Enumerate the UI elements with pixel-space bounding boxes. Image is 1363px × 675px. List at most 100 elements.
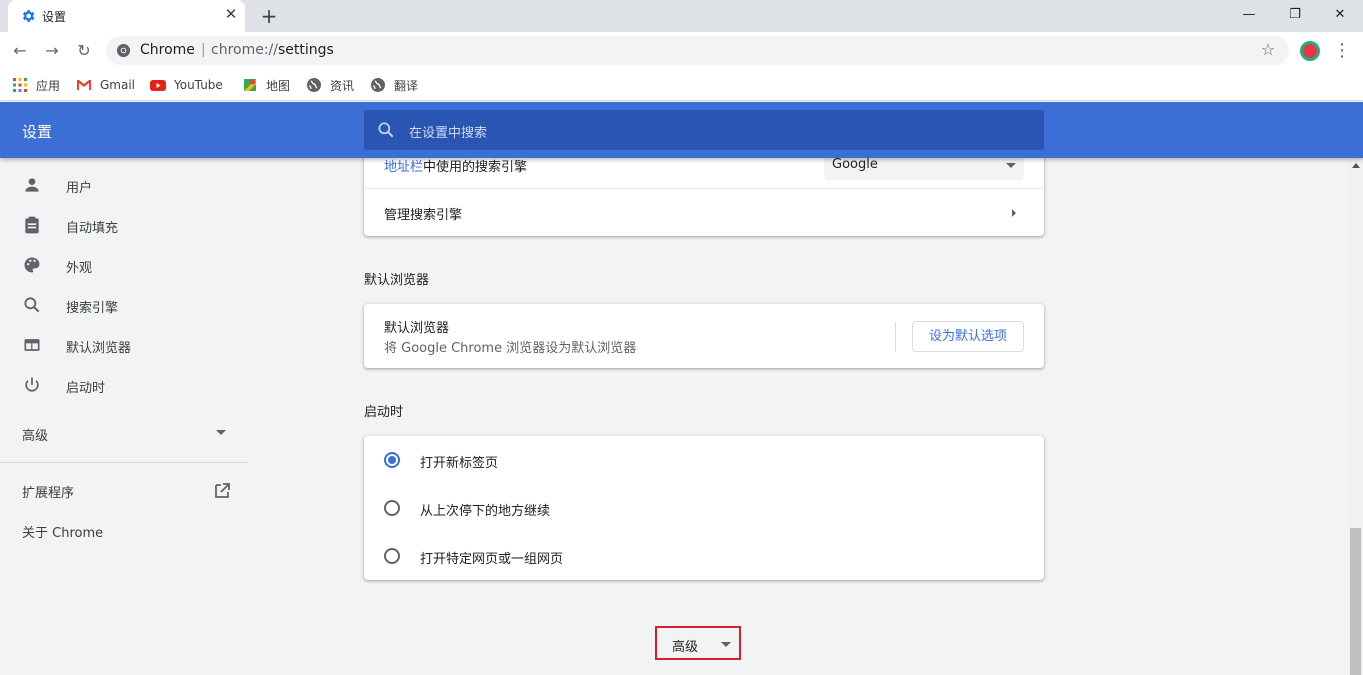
site-chip: Chrome <box>140 42 195 58</box>
bookmark-label: Gmail <box>100 78 136 92</box>
chevron-down-icon <box>1006 163 1016 168</box>
window-close-button[interactable]: ✕ <box>1317 0 1363 30</box>
on-startup-heading: 启动时 <box>364 405 404 420</box>
tab-close-icon[interactable]: ✕ <box>223 6 239 22</box>
sidebar-item-appearance[interactable]: 外观 <box>0 245 248 285</box>
scrollbar[interactable] <box>1348 158 1363 675</box>
restore-button[interactable]: ❐ <box>1272 0 1318 30</box>
vertical-separator <box>895 322 896 352</box>
on-startup-card: 打开新标签页 从上次停下的地方继续 打开特定网页或一组网页 <box>364 436 1044 580</box>
scrollbar-thumb[interactable] <box>1350 528 1361 675</box>
title-bar: 设置 ✕ + — ❐ ✕ <box>0 0 1363 32</box>
sidebar-item-people[interactable]: 用户 <box>0 165 248 205</box>
sidebar-item-label: 搜索引擎 <box>66 301 119 316</box>
chevron-down-icon <box>721 642 731 647</box>
settings-sidebar: 用户 自动填充 外观 搜索引擎 默认浏览器 启动时 高级 扩展程序 关于 Chr… <box>0 158 248 675</box>
scroll-up-arrow-icon[interactable] <box>1352 163 1360 168</box>
person-icon <box>25 178 39 192</box>
bookmark-apps[interactable]: 应用 <box>12 76 60 94</box>
profile-avatar[interactable] <box>1300 41 1320 61</box>
sidebar-advanced-toggle[interactable]: 高级 <box>0 413 248 453</box>
bookmark-news[interactable]: 资讯 <box>306 76 354 94</box>
startup-option-new-tab[interactable]: 打开新标签页 <box>364 436 1044 484</box>
chevron-down-icon <box>216 430 226 435</box>
sidebar-item-label: 自动填充 <box>66 221 119 236</box>
sidebar-item-label: 默认浏览器 <box>66 341 132 356</box>
clipboard-icon <box>25 216 39 234</box>
back-button[interactable]: ← <box>8 39 32 63</box>
sidebar-item-on-startup[interactable]: 启动时 <box>0 365 248 405</box>
sidebar-item-label: 外观 <box>66 261 93 276</box>
search-icon <box>24 297 40 313</box>
search-placeholder: 在设置中搜索 <box>409 126 488 141</box>
chip-separator: | <box>201 42 206 58</box>
default-browser-card: 默认浏览器 将 Google Chrome 浏览器设为默认浏览器 设为默认选项 <box>364 304 1044 368</box>
bookmark-label: YouTube <box>174 78 223 92</box>
sidebar-item-label: 用户 <box>66 181 93 196</box>
chevron-right-icon <box>1012 209 1016 217</box>
youtube-icon <box>150 80 166 91</box>
default-browser-heading: 默认浏览器 <box>364 273 430 288</box>
apps-grid-icon <box>13 78 27 92</box>
sidebar-item-search-engine[interactable]: 搜索引擎 <box>0 285 248 325</box>
make-default-button[interactable]: 设为默认选项 <box>912 321 1024 352</box>
menu-icon[interactable]: ⋮ <box>1332 39 1352 63</box>
globe-icon <box>371 78 385 92</box>
sidebar-advanced-label: 高级 <box>22 429 49 444</box>
gear-icon <box>22 10 35 22</box>
bookmark-label: 资讯 <box>330 78 355 93</box>
search-engine-row-text: 地址栏中使用的搜索引擎 <box>384 160 528 175</box>
globe-icon <box>307 78 321 92</box>
url-text: chrome://settings <box>211 42 334 58</box>
radio-button-checked[interactable] <box>384 452 400 468</box>
browser-window-icon <box>24 339 40 351</box>
bookmark-label: 翻译 <box>394 78 419 93</box>
sidebar-item-default-browser[interactable]: 默认浏览器 <box>0 325 248 365</box>
reload-button[interactable]: ↻ <box>72 39 96 63</box>
settings-header: 设置 在设置中搜索 <box>0 102 1363 158</box>
advanced-toggle-button[interactable]: 高级 <box>655 626 741 660</box>
bookmarks-bar: 应用 Gmail YouTube 地图 资讯 翻译 <box>0 69 1363 101</box>
sidebar-item-autofill[interactable]: 自动填充 <box>0 205 248 245</box>
open-in-new-icon[interactable] <box>213 482 231 500</box>
manage-search-engines-row[interactable]: 管理搜索引擎 <box>364 188 1044 236</box>
search-icon <box>378 122 394 138</box>
radio-button[interactable] <box>384 500 400 516</box>
advanced-label: 高级 <box>672 640 699 655</box>
bookmark-translate[interactable]: 翻译 <box>370 76 418 94</box>
startup-option-label: 打开特定网页或一组网页 <box>420 552 564 567</box>
bookmark-gmail[interactable]: Gmail <box>76 76 135 94</box>
radio-button[interactable] <box>384 548 400 564</box>
sidebar-item-about[interactable]: 关于 Chrome <box>22 522 103 541</box>
startup-option-label: 打开新标签页 <box>420 456 499 471</box>
search-engine-selected: Google <box>832 157 878 172</box>
settings-main: 地址栏中使用的搜索引擎 Google 管理搜索引擎 默认浏览器 默认浏览器 将 … <box>364 128 1044 675</box>
bookmark-star-icon[interactable]: ☆ <box>1258 40 1278 60</box>
page-title: 设置 <box>22 123 53 141</box>
address-bar[interactable]: Chrome | chrome://settings ☆ <box>106 36 1289 65</box>
forward-button[interactable]: → <box>40 39 64 63</box>
bookmark-label: 应用 <box>36 78 61 93</box>
default-browser-title: 默认浏览器 <box>384 321 450 336</box>
maps-icon <box>244 79 256 91</box>
sidebar-item-label: 启动时 <box>66 381 106 396</box>
bookmark-maps[interactable]: 地图 <box>242 76 290 94</box>
startup-option-specific-pages[interactable]: 打开特定网页或一组网页 <box>364 532 1044 580</box>
palette-icon <box>24 257 40 273</box>
bookmark-label: 地图 <box>266 78 291 93</box>
startup-option-continue[interactable]: 从上次停下的地方继续 <box>364 484 1044 532</box>
sidebar-divider <box>0 462 248 463</box>
settings-search-input[interactable]: 在设置中搜索 <box>364 110 1044 150</box>
browser-toolbar: ← → ↻ Chrome | chrome://settings ☆ ⋮ <box>0 32 1363 69</box>
power-icon <box>25 377 39 392</box>
address-bar-link[interactable]: 地址栏 <box>384 160 423 175</box>
tab-title: 设置 <box>42 10 67 24</box>
manage-search-engines-label: 管理搜索引擎 <box>384 208 463 223</box>
tab-settings[interactable]: 设置 ✕ <box>8 0 245 32</box>
startup-option-label: 从上次停下的地方继续 <box>420 504 551 519</box>
search-engine-row: 地址栏中使用的搜索引擎 Google <box>364 150 1044 188</box>
new-tab-button[interactable]: + <box>258 5 280 27</box>
sidebar-item-extensions[interactable]: 扩展程序 <box>22 482 74 501</box>
minimize-button[interactable]: — <box>1226 0 1272 30</box>
bookmark-youtube[interactable]: YouTube <box>150 76 223 94</box>
